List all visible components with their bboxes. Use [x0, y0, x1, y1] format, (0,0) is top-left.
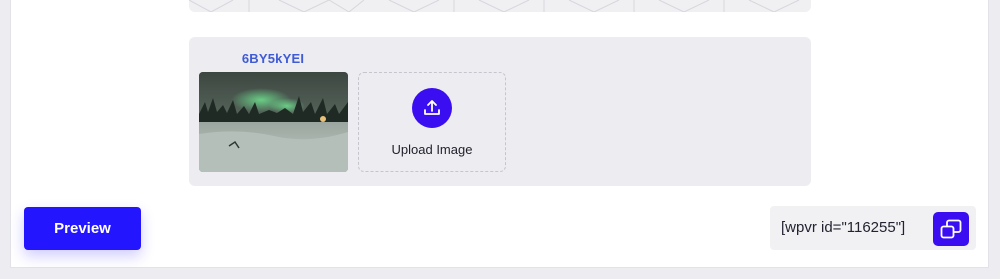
scene-thumbnail[interactable]	[199, 72, 348, 172]
upload-image-button[interactable]: Upload Image	[358, 72, 506, 172]
shortcode-text[interactable]: [wpvr id="116255"]	[781, 219, 905, 236]
scene-id-label[interactable]: 6BY5kYEI	[199, 51, 347, 66]
preview-button[interactable]: Preview	[24, 207, 141, 250]
scene-card: 6BY5kYEI Upload Image	[189, 37, 811, 186]
upload-image-label: Upload Image	[391, 142, 473, 157]
copy-shortcode-button[interactable]	[933, 212, 969, 246]
upload-icon	[412, 88, 452, 128]
pattern-strip	[189, 0, 811, 12]
copy-icon	[940, 219, 962, 239]
shortcode-box: [wpvr id="116255"]	[770, 206, 976, 250]
editor-panel: 6BY5kYEI Upload Image Preview [wpvr id="…	[10, 0, 989, 268]
